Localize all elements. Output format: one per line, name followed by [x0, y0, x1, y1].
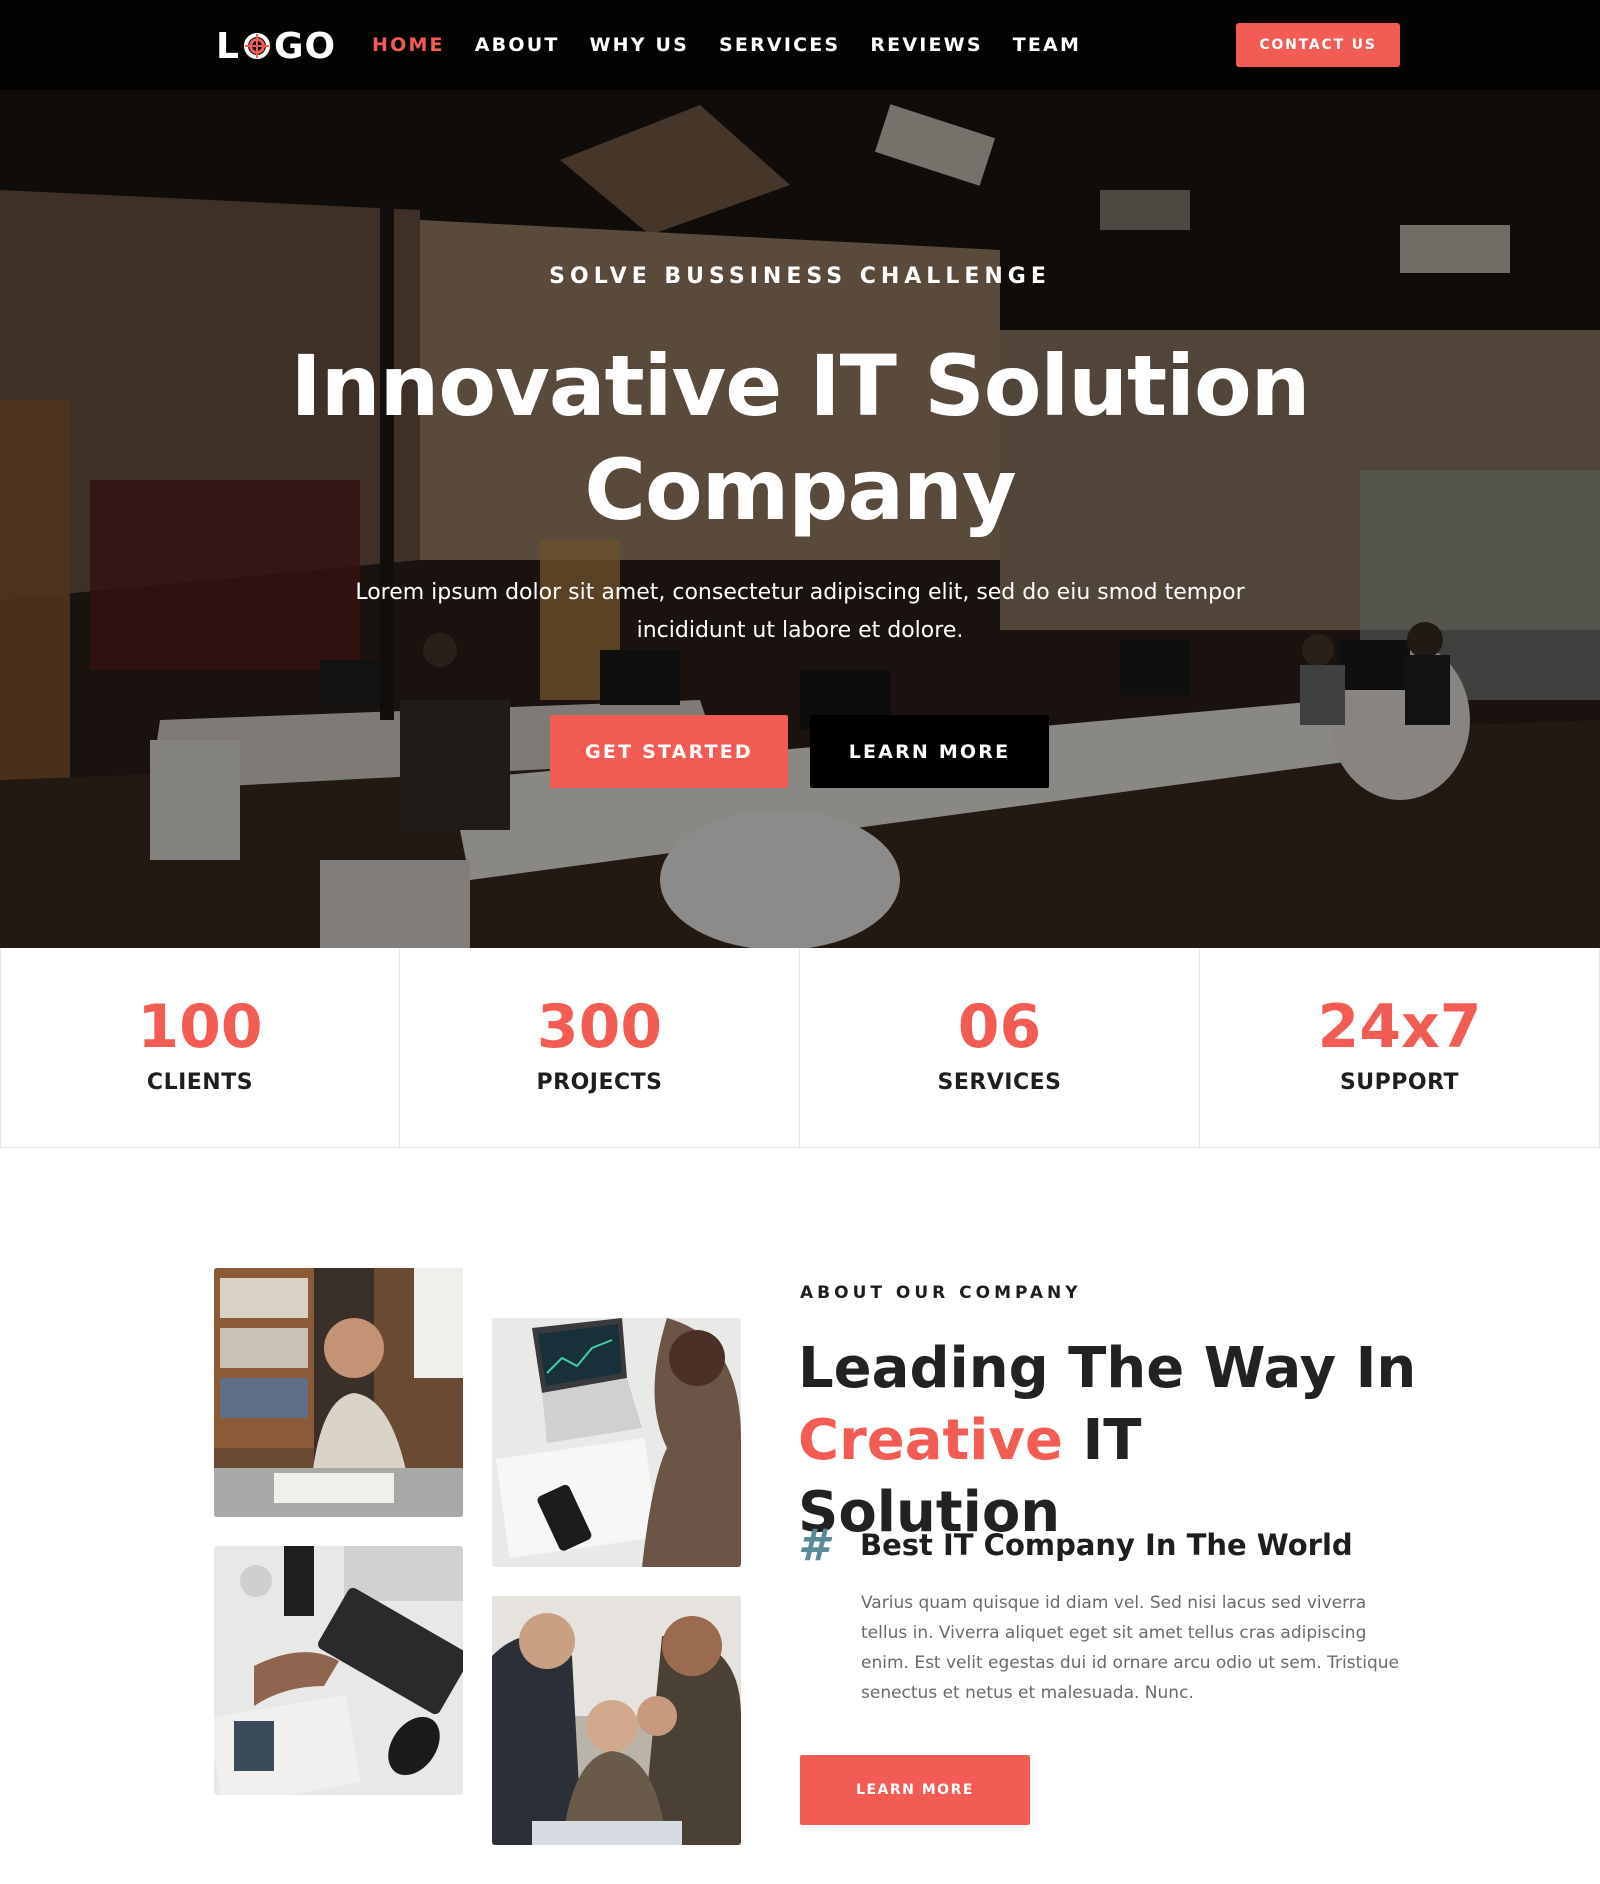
about-title: Leading The Way In Creative IT Solution: [798, 1333, 1418, 1549]
stat-value: 300: [536, 992, 663, 1062]
stat-value: 06: [957, 992, 1042, 1062]
nav-reviews[interactable]: REVIEWS: [870, 30, 982, 60]
hero-kicker: SOLVE BUSSINESS CHALLENGE: [549, 264, 1051, 289]
about-photo-laptop-chart: [492, 1318, 741, 1567]
about-title-accent: Creative: [798, 1408, 1063, 1473]
nav-about[interactable]: ABOUT: [475, 30, 560, 60]
hero-description: Lorem ipsum dolor sit amet, consectetur …: [355, 580, 1245, 643]
about-photo-team-meeting: [492, 1596, 741, 1845]
nav-services[interactable]: SERVICES: [719, 30, 840, 60]
hash-icon: #: [798, 1520, 829, 1571]
stat-value: 24x7: [1317, 992, 1482, 1062]
nav-why-us[interactable]: WHY US: [589, 30, 689, 60]
nav-team[interactable]: TEAM: [1013, 30, 1081, 60]
logo-mark-icon: [243, 33, 270, 59]
about-photo-man-at-desk: [214, 1268, 463, 1517]
hero-title: Innovative IT Solution Company: [290, 337, 1311, 539]
hero-section: L GO HOME ABOUT WHY US SERVICES REVIEWS …: [0, 0, 1600, 948]
about-title-line1: Leading The Way In: [798, 1336, 1417, 1401]
stats-strip: 100 CLIENTS 300 PROJECTS 06 SERVICES 24x…: [0, 948, 1600, 1148]
stat-projects: 300 PROJECTS: [400, 948, 800, 1148]
stat-label: CLIENTS: [146, 1070, 254, 1095]
stat-clients: 100 CLIENTS: [0, 948, 400, 1148]
hero-learn-more-button[interactable]: LEARN MORE: [810, 715, 1049, 788]
about-learn-more-button[interactable]: LEARN MORE: [800, 1755, 1030, 1825]
logo-text-right: GO: [273, 25, 337, 67]
stat-label: PROJECTS: [536, 1070, 663, 1095]
get-started-button[interactable]: GET STARTED: [550, 715, 788, 788]
main-nav: HOME ABOUT WHY US SERVICES REVIEWS TEAM: [372, 30, 1111, 60]
stat-value: 100: [137, 992, 263, 1062]
stat-support: 24x7 SUPPORT: [1200, 948, 1600, 1148]
stat-label: SUPPORT: [1339, 1070, 1460, 1095]
logo-text-left: L: [216, 25, 240, 67]
about-photo-keyboard-desk: [214, 1546, 463, 1795]
contact-us-button[interactable]: CONTACT US: [1236, 23, 1400, 67]
nav-home[interactable]: HOME: [372, 30, 445, 60]
about-feature-text: Varius quam quisque id diam vel. Sed nis…: [861, 1593, 1399, 1703]
top-navigation-bar: L GO HOME ABOUT WHY US SERVICES REVIEWS …: [0, 0, 1600, 90]
logo[interactable]: L GO: [216, 24, 336, 68]
stat-services: 06 SERVICES: [800, 948, 1200, 1148]
stat-label: SERVICES: [937, 1070, 1062, 1095]
about-feature-title: Best IT Company In The World: [860, 1528, 1353, 1562]
about-kicker: ABOUT OUR COMPANY: [800, 1283, 1082, 1303]
